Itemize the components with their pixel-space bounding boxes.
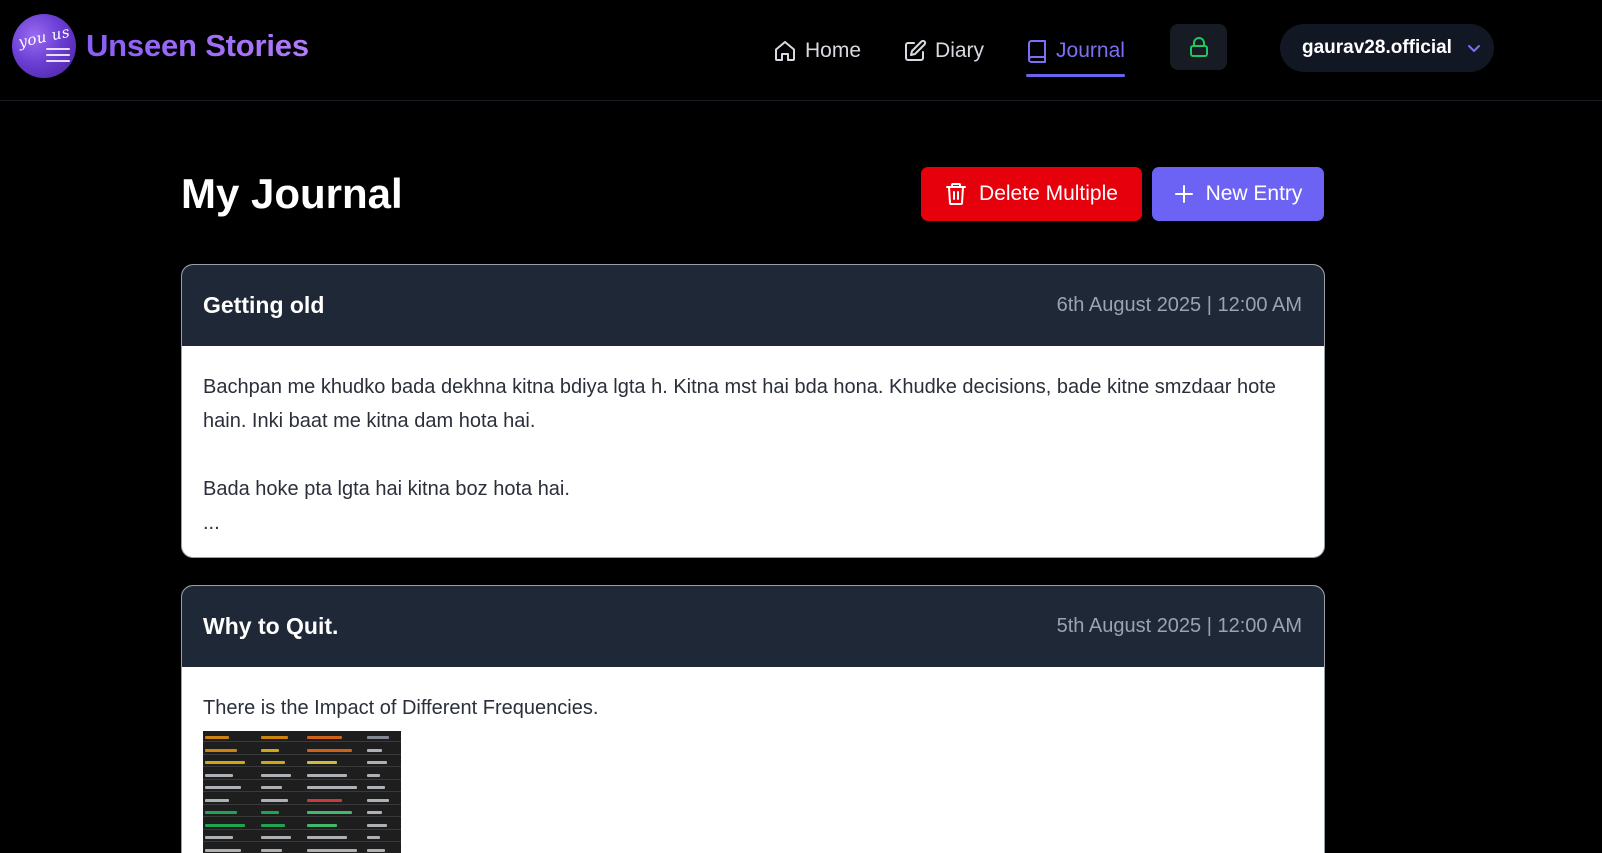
- thumb-cell: [205, 848, 241, 852]
- plus-icon: [1174, 185, 1193, 203]
- thumb-cell: [261, 836, 291, 839]
- thumb-cell: [367, 786, 385, 789]
- user-name: gaurav28.official: [1302, 37, 1452, 58]
- thumb-cell: [205, 836, 233, 839]
- top-navigation-bar: you us Unseen Stories Home Diary Journal…: [0, 0, 1602, 101]
- nav-home[interactable]: Home: [773, 27, 861, 75]
- entry-header: Getting old 6th August 2025 | 12:00 AM: [182, 265, 1324, 346]
- lock-icon: [1189, 37, 1208, 57]
- thumb-cell: [367, 736, 389, 739]
- thumb-cell: [367, 773, 381, 777]
- thumb-cell: [307, 786, 357, 789]
- thumb-cell: [261, 848, 282, 852]
- thumb-row-line: [203, 841, 401, 842]
- thumb-cell: [261, 773, 291, 777]
- edit-icon: [905, 39, 927, 61]
- brand-name: Unseen Stories: [86, 28, 309, 63]
- thumb-cell: [307, 811, 352, 814]
- thumb-cell: [205, 736, 229, 739]
- thumb-row-line: [203, 766, 401, 767]
- thumb-row-line: [203, 778, 401, 780]
- entry-date: 5th August 2025 | 12:00 AM: [1056, 615, 1302, 637]
- thumb-cell: [205, 786, 241, 789]
- thumb-cell: [367, 798, 389, 802]
- entry-body: Bachpan me khudko bada dekhna kitna bdiy…: [182, 346, 1324, 540]
- thumb-cell: [307, 798, 342, 802]
- thumb-row-line: [203, 741, 401, 742]
- chevron-down-icon: [1467, 45, 1480, 52]
- journal-entry-card[interactable]: Why to Quit. 5th August 2025 | 12:00 AM …: [181, 585, 1325, 853]
- user-menu-button[interactable]: gaurav28.official: [1280, 24, 1494, 72]
- trash-icon: [946, 183, 967, 205]
- logo-lines-icon: [46, 48, 70, 66]
- thumb-cell: [261, 748, 279, 752]
- new-entry-button[interactable]: New Entry: [1152, 167, 1324, 221]
- thumb-row-line: [203, 816, 401, 817]
- thumb-cell: [205, 823, 245, 827]
- nav-diary-label: Diary: [935, 38, 985, 62]
- nav-diary[interactable]: Diary: [903, 27, 984, 75]
- thumb-cell: [367, 761, 387, 764]
- thumb-row-line: [203, 791, 401, 792]
- thumb-row-line: [203, 753, 401, 755]
- entry-ellipsis: ...: [203, 512, 220, 534]
- new-entry-label: New Entry: [1205, 182, 1303, 205]
- nav-journal[interactable]: Journal: [1026, 27, 1125, 77]
- thumb-cell: [261, 736, 288, 739]
- entry-body: There is the Impact of Different Frequen…: [182, 667, 1324, 853]
- thumb-cell: [205, 748, 237, 752]
- thumb-cell: [307, 836, 347, 839]
- entry-date: 6th August 2025 | 12:00 AM: [1056, 294, 1302, 316]
- thumb-cell: [261, 761, 285, 764]
- entry-title: Getting old: [203, 292, 325, 318]
- nav-journal-label: Journal: [1056, 38, 1125, 62]
- nav-home-label: Home: [805, 38, 862, 62]
- thumb-cell: [307, 761, 337, 764]
- journal-entry-card[interactable]: Getting old 6th August 2025 | 12:00 AM B…: [181, 264, 1325, 558]
- thumb-cell: [205, 761, 245, 764]
- thumb-cell: [367, 848, 385, 852]
- thumb-cell: [307, 823, 337, 827]
- entry-paragraph: Bada hoke pta lgta hai kitna boz hota ha…: [203, 478, 570, 500]
- thumb-cell: [367, 748, 383, 752]
- entry-image-thumbnail[interactable]: [203, 731, 401, 853]
- thumb-cell: [261, 811, 279, 814]
- thumb-cell: [307, 773, 347, 777]
- lock-button[interactable]: [1170, 24, 1227, 70]
- thumb-cell: [205, 773, 233, 777]
- thumb-cell: [307, 736, 342, 739]
- thumb-cell: [261, 798, 288, 802]
- home-icon: [775, 40, 795, 61]
- thumb-row-line: [203, 803, 401, 805]
- thumb-cell: [261, 786, 282, 789]
- logo-script-text: you us: [16, 22, 72, 52]
- page-title: My Journal: [181, 170, 403, 217]
- entry-paragraph: Bachpan me khudko bada dekhna kitna bdiy…: [203, 376, 1276, 432]
- thumb-cell: [307, 748, 352, 752]
- entry-header: Why to Quit. 5th August 2025 | 12:00 AM: [182, 586, 1324, 667]
- thumb-row-line: [203, 828, 401, 830]
- book-icon: [1028, 39, 1047, 63]
- entry-paragraph: There is the Impact of Different Frequen…: [203, 697, 599, 719]
- main-nav: Home Diary Journal: [773, 0, 1125, 101]
- delete-multiple-label: Delete Multiple: [979, 182, 1118, 205]
- entry-title: Why to Quit.: [203, 613, 339, 639]
- brand-logo: you us: [12, 14, 76, 78]
- thumb-cell: [205, 811, 237, 814]
- thumb-cell: [307, 848, 357, 852]
- thumb-cell: [367, 811, 383, 814]
- thumb-cell: [367, 836, 381, 839]
- brand[interactable]: you us Unseen Stories: [12, 14, 309, 78]
- thumb-cell: [205, 798, 229, 802]
- thumb-cell: [367, 823, 387, 827]
- thumb-cell: [261, 823, 285, 827]
- delete-multiple-button[interactable]: Delete Multiple: [921, 167, 1142, 221]
